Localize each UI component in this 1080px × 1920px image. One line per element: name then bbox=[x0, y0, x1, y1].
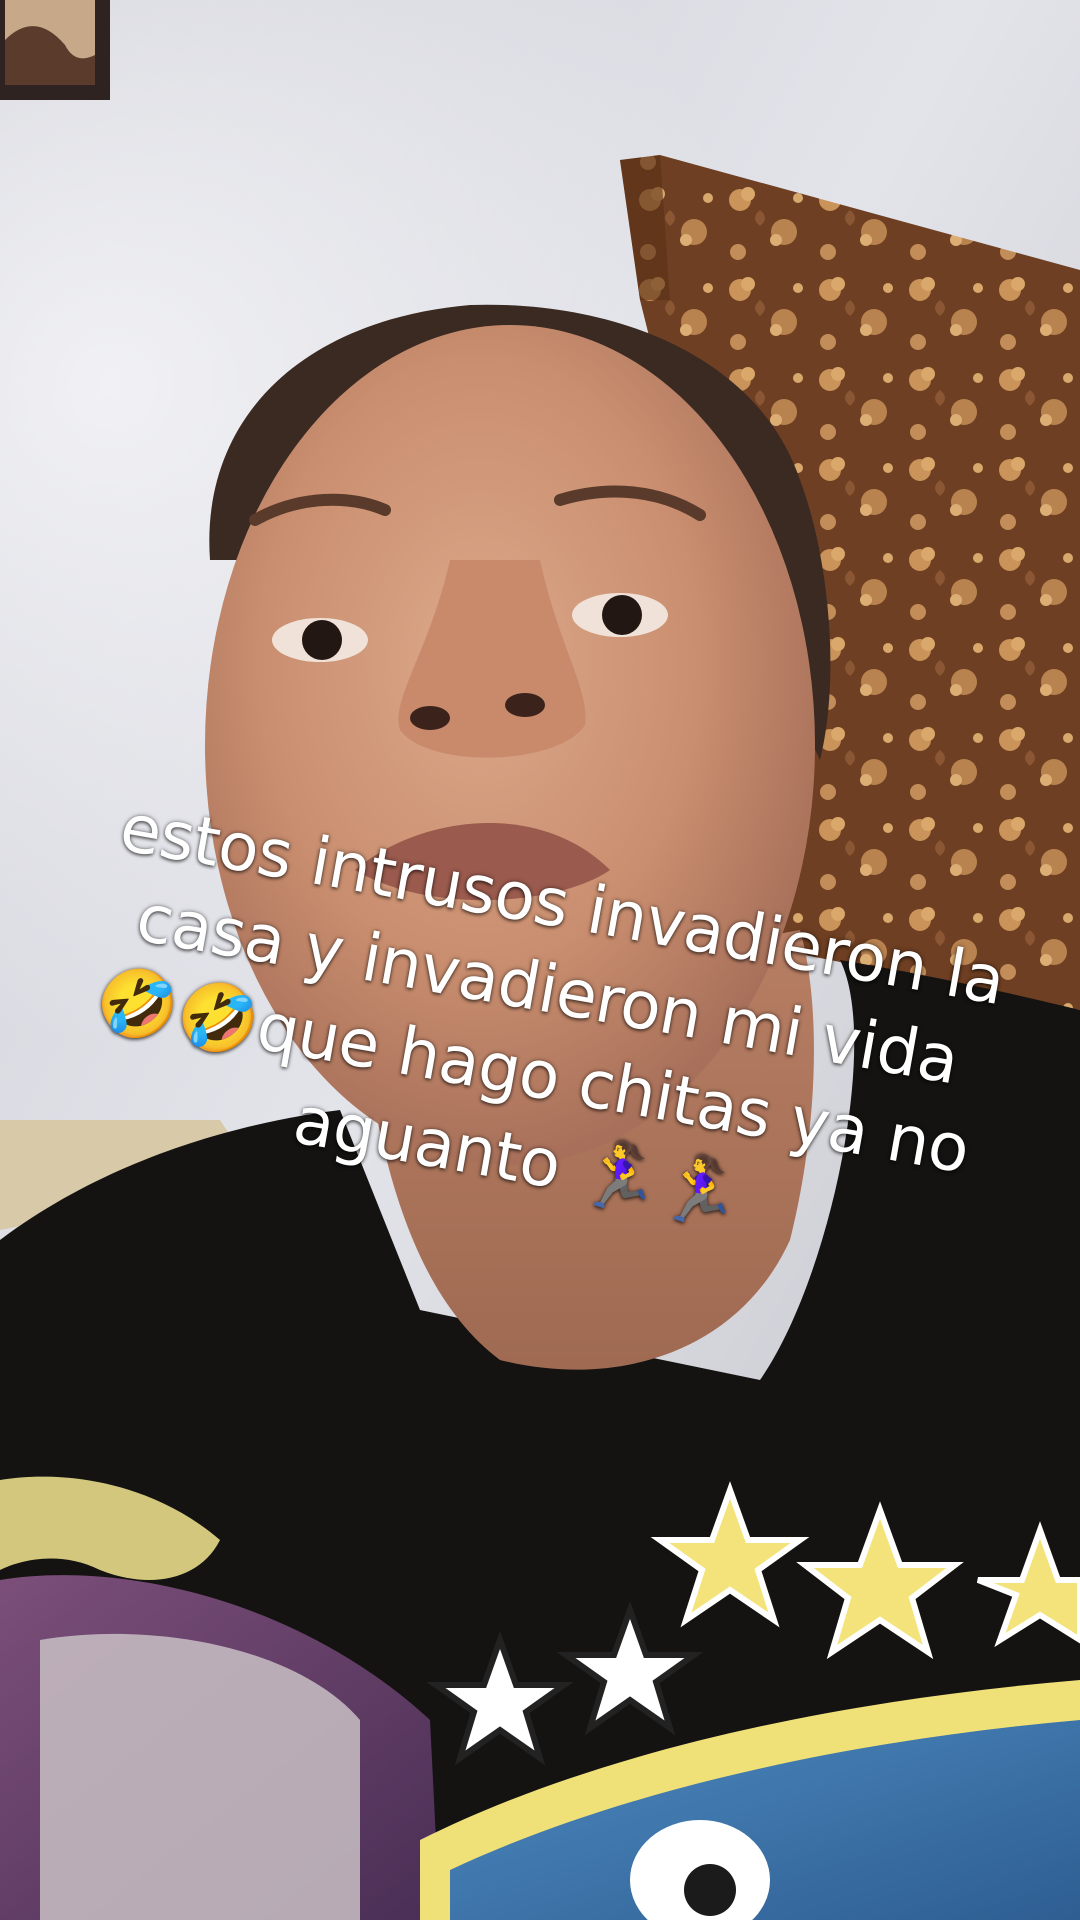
video-frame: estos intrusos invadieron la casa y inva… bbox=[0, 0, 1080, 1920]
wall-picture bbox=[0, 0, 110, 100]
